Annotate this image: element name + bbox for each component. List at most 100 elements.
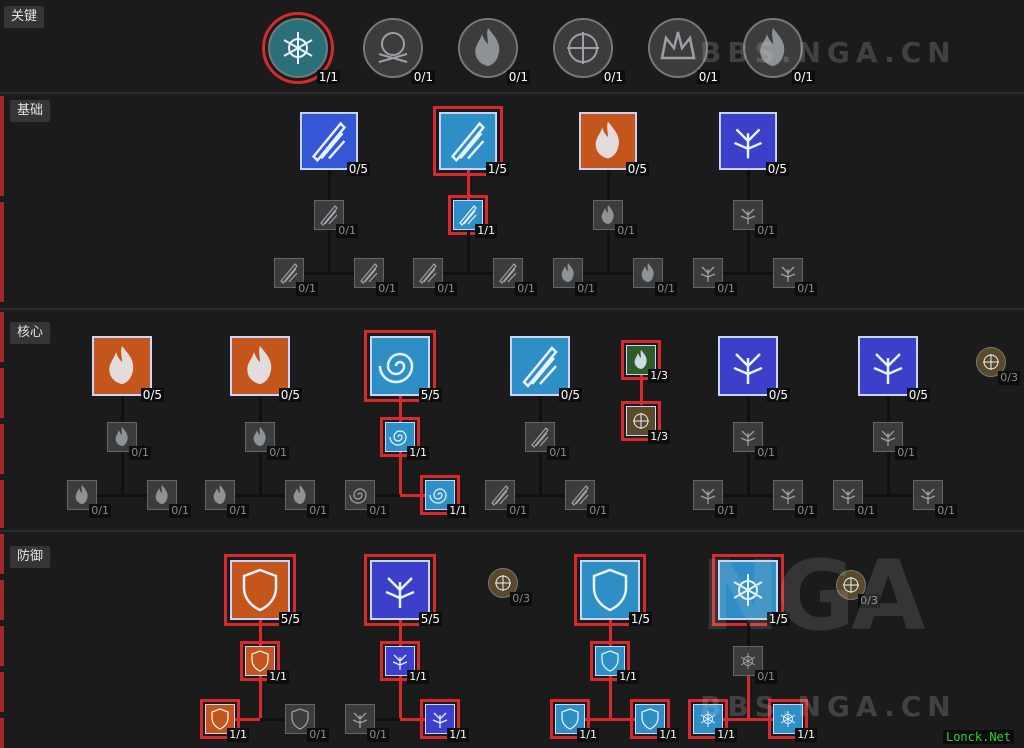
core-branch-right[interactable]: 1/1 [420,475,469,518]
skill-points: 1/1 [447,504,469,518]
basic-branch-left[interactable]: 0/1 [274,258,318,296]
core-skill[interactable]: 0/5 [230,336,302,402]
skill-points: 5/5 [278,612,302,626]
charged-bolts-icon [858,336,918,396]
basic-skill[interactable]: 0/5 [579,112,649,176]
core-branch-right[interactable]: 0/1 [285,480,329,518]
keystone-skill[interactable]: 0/1 [458,18,530,84]
basic-branch-right[interactable]: 0/1 [633,258,677,296]
core-branch-left[interactable]: 0/1 [205,480,249,518]
core-branch-right[interactable]: 0/1 [773,480,817,518]
basic-branch-left[interactable]: 0/1 [413,258,457,296]
keystone-skill[interactable]: 1/1 [262,12,340,84]
fireball-icon [230,336,290,396]
core-skill[interactable]: 0/5 [92,336,164,402]
skill-points: 0/1 [376,282,398,296]
core-passive[interactable]: 1/3 [621,401,670,444]
skill-points: 1/1 [795,728,817,742]
skill-points: 0/1 [547,446,569,460]
connector-line [467,170,470,200]
core-branch-left[interactable]: 0/1 [67,480,111,518]
skill-points: 0/1 [755,224,777,238]
core-upgrade[interactable]: 0/1 [107,422,151,460]
core-skill[interactable]: 0/5 [510,336,582,402]
frost-keystone-icon [268,18,328,78]
skill-points: 1/1 [657,728,679,742]
defensive-branch-left[interactable]: 1/1 [200,699,249,742]
basic-upgrade[interactable]: 0/1 [593,200,637,238]
basic-upgrade[interactable]: 0/1 [733,200,777,238]
skill-points: 1/1 [447,728,469,742]
skill-points: 0/1 [855,504,877,518]
basic-branch-left[interactable]: 0/1 [693,258,737,296]
basic-branch-right[interactable]: 0/1 [354,258,398,296]
skill-points: 0/1 [296,282,318,296]
skill-points: 1/1 [227,728,249,742]
core-branch-right[interactable]: 0/1 [147,480,191,518]
basic-branch-left[interactable]: 0/1 [553,258,597,296]
skill-points: 0/1 [267,446,289,460]
connector-line [399,396,402,422]
defensive-skill[interactable]: 5/5 [364,554,442,626]
keystone-skill[interactable]: 0/1 [553,18,625,84]
defensive-branch-right[interactable]: 1/1 [420,699,469,742]
connector-line [539,396,542,422]
skill-points: 1/1 [715,728,737,742]
core-upgrade[interactable]: 1/1 [380,417,429,460]
defensive-branch-left[interactable]: 0/1 [345,704,389,742]
snowflake-skull-icon [363,18,423,78]
core-branch-left[interactable]: 0/1 [485,480,529,518]
core-passive[interactable]: 0/3 [976,347,1020,385]
ice-armor-icon [580,560,640,620]
keystone-skill[interactable]: 0/1 [363,18,435,84]
basic-skill[interactable]: 0/5 [300,112,370,176]
defensive-skill[interactable]: 1/5 [574,554,652,626]
skill-points: 1/5 [485,162,509,176]
skill-points: 0/1 [336,224,358,238]
skill-points: 0/1 [715,504,737,518]
skill-points: 0/1 [227,504,249,518]
core-upgrade[interactable]: 0/1 [733,422,777,460]
skill-points: 0/1 [601,70,625,84]
connector-line [328,230,331,273]
core-passive[interactable]: 1/3 [621,340,670,383]
core-branch-left[interactable]: 0/1 [345,480,389,518]
skill-points: 0/1 [575,282,597,296]
skill-points: 0/5 [346,162,370,176]
core-branch-left[interactable]: 0/1 [693,480,737,518]
core-skill[interactable]: 0/5 [718,336,790,402]
defensive-passive[interactable]: 0/3 [488,568,532,606]
basic-upgrade[interactable]: 1/1 [448,195,497,238]
core-branch-left[interactable]: 0/1 [833,480,877,518]
core-branch-right[interactable]: 0/1 [565,480,609,518]
basic-skill[interactable]: 1/5 [433,106,509,176]
connector-line [259,676,262,719]
defensive-branch-right[interactable]: 0/1 [285,704,329,742]
skill-points: 0/1 [935,504,957,518]
keystone-skill[interactable]: 0/1 [648,18,720,84]
defensive-upgrade[interactable]: 1/1 [380,641,429,684]
defensive-branch-left[interactable]: 1/1 [550,699,599,742]
basic-branch-right[interactable]: 0/1 [493,258,537,296]
basic-skill[interactable]: 0/5 [719,112,789,176]
connector-line [121,396,124,422]
core-upgrade[interactable]: 0/1 [245,422,289,460]
core-skill[interactable]: 5/5 [364,330,442,402]
defensive-branch-right[interactable]: 1/1 [630,699,679,742]
basic-upgrade[interactable]: 0/1 [314,200,358,238]
connector-line [399,676,402,719]
connector-line [259,620,262,646]
defensive-upgrade[interactable]: 1/1 [590,641,639,684]
core-branch-right[interactable]: 0/1 [913,480,957,518]
connector-line [640,375,643,405]
defensive-upgrade[interactable]: 1/1 [240,641,289,684]
skill-points: 0/3 [510,592,532,606]
defensive-skill[interactable]: 5/5 [224,554,302,626]
core-upgrade[interactable]: 0/1 [873,422,917,460]
skill-points: 0/1 [89,504,111,518]
core-upgrade[interactable]: 0/1 [525,422,569,460]
basic-branch-right[interactable]: 0/1 [773,258,817,296]
skill-points: 1/1 [407,446,429,460]
core-skill[interactable]: 0/5 [858,336,930,402]
skill-points: 1/1 [617,670,639,684]
